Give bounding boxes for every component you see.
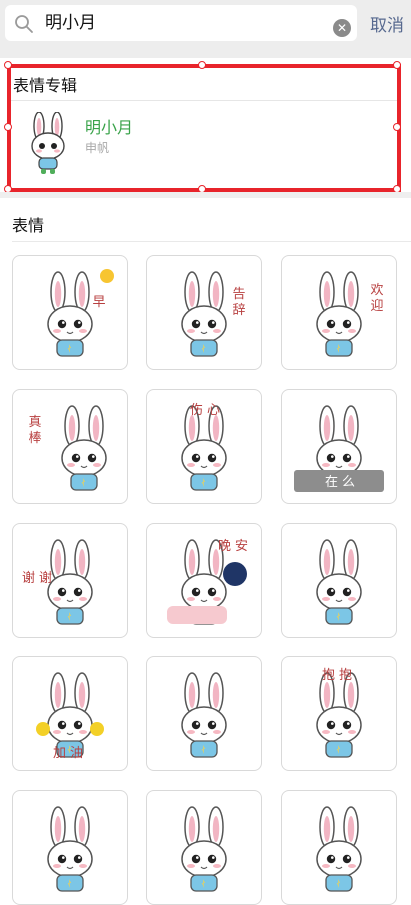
bunny-sticker-illustration: 欢迎 [316, 271, 384, 357]
bunny-sticker-illustration [316, 806, 362, 892]
bunny-sticker-illustration: 抱抱 [316, 667, 362, 758]
sticker-caption: 加油 [53, 746, 87, 761]
bunny-sticker-illustration [181, 672, 227, 758]
resize-handle [393, 123, 401, 131]
sticker-item[interactable]: 加油 [12, 656, 128, 771]
sticker-caption: 早 [92, 295, 109, 310]
sticker-caption: 欢迎 [370, 283, 383, 314]
search-input[interactable]: 明小月 ✕ [5, 5, 357, 41]
sticker-caption: 伤心 [190, 403, 224, 418]
bunny-sticker-illustration: 早 [47, 269, 114, 357]
sticker-item[interactable]: 抱抱 [281, 656, 397, 771]
bunny-sticker-illustration [181, 806, 227, 892]
cancel-button[interactable]: 取消 [370, 11, 404, 36]
sticker-item[interactable]: 真棒 [12, 389, 128, 504]
bunny-sticker-illustration: 晚安 [167, 539, 252, 625]
sticker-item[interactable] [12, 790, 128, 905]
sticker-item[interactable] [281, 790, 397, 905]
stickers-section-title: 表情 [12, 216, 45, 235]
sticker-caption: 谢谢 [22, 570, 56, 586]
sticker-caption: 真棒 [28, 415, 41, 446]
sticker-item[interactable] [146, 656, 262, 771]
resize-handle [393, 61, 401, 69]
divider [7, 100, 398, 101]
album-name: 明小月 [85, 118, 134, 137]
sticker-caption: 晚安 [218, 539, 252, 554]
resize-handle [4, 123, 12, 131]
sticker-item[interactable]: 早 [12, 255, 128, 370]
sticker-item[interactable]: 欢迎 [281, 255, 397, 370]
resize-handle [4, 61, 12, 69]
bunny-sticker-illustration: 加油 [36, 672, 104, 761]
sticker-item[interactable]: 谢谢 [12, 523, 128, 638]
sticker-item[interactable]: 告辞 [146, 255, 262, 370]
sticker-caption: 抱抱 [322, 667, 356, 683]
sticker-item[interactable]: 伤心 [146, 389, 262, 504]
search-query-text: 明小月 [45, 13, 96, 33]
bunny-sticker-illustration: 谢谢 [22, 539, 93, 625]
album-author: 申帆 [85, 141, 110, 155]
sticker-item[interactable]: 晚安 [146, 523, 262, 638]
search-icon [15, 15, 33, 33]
resize-handle [198, 61, 206, 69]
sticker-item[interactable] [146, 790, 262, 905]
sticker-caption: 在么 [325, 475, 359, 490]
bunny-sticker-illustration [47, 806, 93, 892]
album-section-title: 表情专辑 [13, 76, 78, 95]
sticker-caption: 告辞 [232, 287, 245, 318]
sticker-item[interactable] [281, 523, 397, 638]
top-bar: 明小月 ✕ 取消 [0, 0, 411, 58]
bunny-sticker-illustration: 告辞 [181, 271, 246, 357]
bunny-sticker-illustration: 真棒 [28, 405, 107, 491]
bunny-sticker-illustration [316, 539, 362, 625]
clear-icon[interactable]: ✕ [333, 19, 351, 37]
album-section: 表情专辑 明小月 申帆 [7, 64, 398, 189]
album-thumbnail [31, 112, 65, 174]
sticker-item[interactable]: 在么 [281, 389, 397, 504]
bunny-sticker-illustration: 伤心 [181, 403, 227, 491]
stickers-section: 表情 早 告辞 欢迎真棒 伤心在么谢谢 晚安加油 抱抱 [0, 198, 411, 905]
bunny-sticker-illustration: 在么 [294, 405, 384, 492]
divider [12, 241, 411, 242]
